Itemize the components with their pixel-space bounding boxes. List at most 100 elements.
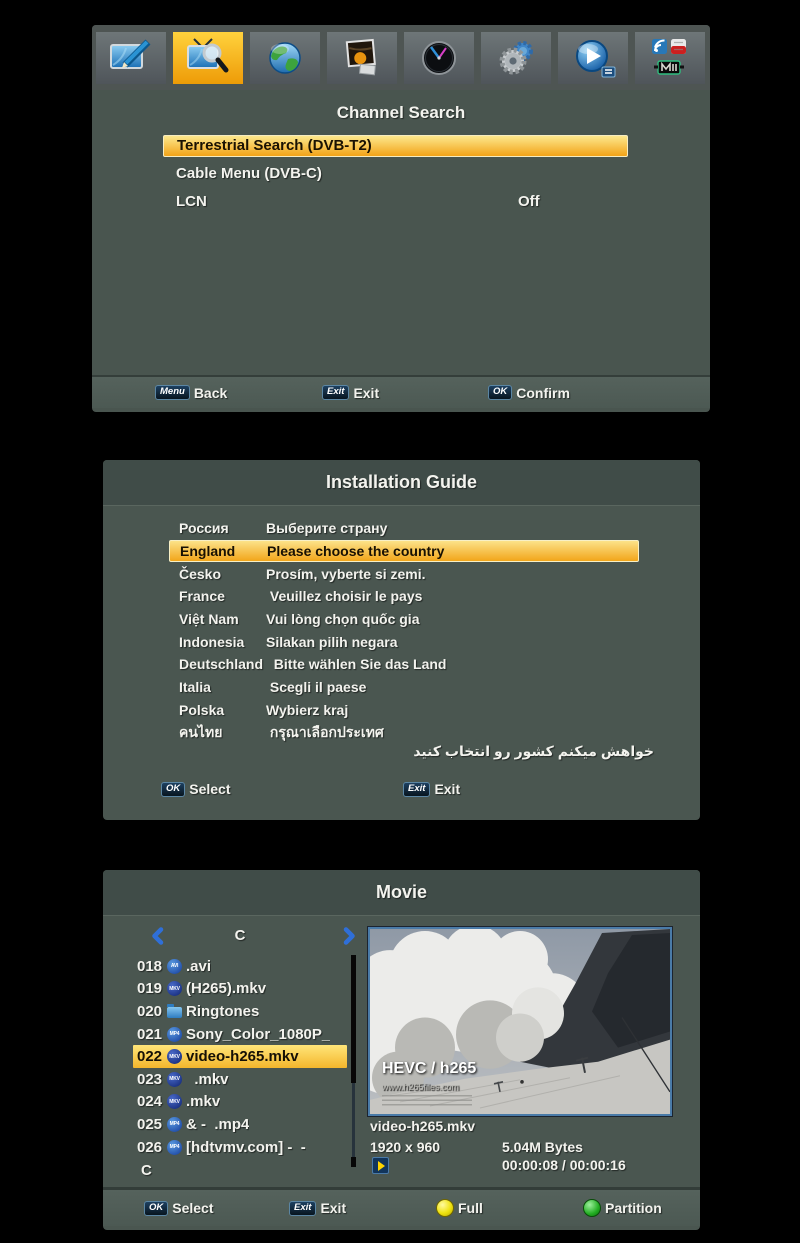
file-info-time: 00:00:08 / 00:00:16 [502,1157,626,1173]
green-key-hint[interactable]: Partition [583,1199,662,1217]
exit-label: Exit [320,1200,347,1216]
channel-search-icon [187,38,229,73]
web-apps-icon [652,39,686,75]
country-message: กรุณาเลือกประเทศ [266,723,384,740]
ok-select-hint[interactable]: OK Select [161,781,231,797]
select-label: Select [172,1200,214,1216]
yellow-key-hint[interactable]: Full [436,1199,483,1217]
country-list: Россия Выберите страну England Please ch… [169,517,639,744]
toolbar-item-settings[interactable] [481,32,551,84]
toolbar-item-media-player[interactable] [558,32,628,84]
drive-navigator: C [133,925,355,951]
file-row[interactable]: 024 MKV .mkv [133,1091,347,1114]
file-row[interactable]: 022 MKV video-h265.mkv [133,1045,347,1068]
file-type-icon [167,1004,182,1019]
main-menu-toolbar [92,25,710,90]
country-row[interactable]: Česko Prosím, vyberte si zemi. [169,562,639,585]
file-name: Sony_Color_1080P_ [186,1025,331,1043]
file-number: 018 [137,957,163,975]
ok-select-hint[interactable]: OK Select [144,1200,214,1216]
toolbar-item-channel-search[interactable] [173,32,243,84]
file-row[interactable]: 021 MP4 Sony_Color_1080P_ [133,1023,347,1046]
country-row[interactable]: Indonesia Silakan pilih negara [169,630,639,653]
country-row[interactable]: Polska Wybierz kraj [169,699,639,722]
file-type-icon: AVI [167,958,182,974]
exit-hint[interactable]: Exit Exit [322,385,379,401]
country-row[interactable]: Россия Выберите страну [169,517,639,540]
toolbar-item-network[interactable] [250,32,320,84]
file-row[interactable]: 020 Ringtones [133,1000,347,1023]
scrollbar-thumb[interactable] [351,955,356,1083]
country-row[interactable]: France Veuillez choisir le pays [169,585,639,608]
file-list: 018 AVI .avi 019 MKV (H265).mkv 020 Ring… [133,955,347,1158]
menu-item[interactable]: LCN Off [163,191,628,219]
file-info-resolution: 1920 x 960 [370,1139,441,1155]
country-row[interactable]: คนไทย กรุณาเลือกประเทศ [169,721,639,744]
file-info-size: 5.04M Bytes [502,1139,583,1155]
file-row[interactable]: 026 MP4 [hdtvmv.com] - - [133,1136,347,1159]
country-name: คนไทย [179,723,223,740]
key-hint-row: OK Select Exit Exit [103,776,700,802]
picture-icon [345,38,376,76]
menu-item[interactable]: Terrestrial Search (DVB-T2) [163,135,628,157]
partition-label: Partition [605,1200,662,1216]
country-message: Silakan pilih negara [266,633,398,650]
menu-item-label: Terrestrial Search (DVB-T2) [177,137,372,154]
menu-item[interactable]: Cable Menu (DVB-C) [163,163,628,191]
next-arrow-icon[interactable] [340,927,357,945]
file-number: 019 [137,980,163,998]
file-name: .avi [186,957,212,975]
country-row[interactable]: Việt Nam Vui lòng chọn quốc gia [169,608,639,631]
current-drive-label: C [141,1162,152,1179]
country-name: Việt Nam [179,611,239,628]
scrollbar-end [351,1157,356,1167]
toolbar-item-picture[interactable] [327,32,397,84]
file-type-icon: MP4 [167,1116,182,1132]
panel-header: Movie [103,870,700,916]
file-number: 023 [137,1070,163,1088]
page-title: Installation Guide [325,472,477,492]
preview-watermark-title: HEVC / h265 [382,1060,477,1077]
play-status-icon [372,1157,389,1174]
country-row[interactable]: England Please choose the country [169,539,639,563]
edit-program-icon [110,39,151,69]
preview-watermark-url: www.h265files.com [382,1082,460,1092]
exit-label: Exit [353,384,380,401]
drive-label: C [234,927,246,944]
file-row[interactable]: 018 AVI .avi [133,955,347,978]
file-name: .mkv [186,1093,221,1111]
menu-back-hint[interactable]: Menu Back [155,385,227,401]
file-type-icon: MP4 [167,1139,182,1155]
toolbar-item-time[interactable] [404,32,474,84]
toolbar-item-edit-program[interactable] [96,32,166,84]
toolbar-item-web-apps[interactable] [635,32,705,84]
file-row[interactable]: 019 MKV (H265).mkv [133,978,347,1001]
exit-key-badge: Exit [322,385,350,400]
file-name: & - .mp4 [186,1115,250,1133]
file-row[interactable]: 025 MP4 & - .mp4 [133,1113,347,1136]
exit-hint[interactable]: Exit Exit [289,1200,346,1216]
file-number: 022 [137,1048,163,1066]
select-label: Select [189,781,231,797]
country-name: Česko [179,565,222,582]
yellow-key-icon [436,1199,454,1217]
country-name: England [180,543,236,560]
file-type-icon: MKV [167,981,182,997]
file-type-icon: MKV [167,1049,182,1065]
country-row[interactable]: Italia Scegli il paese [169,676,639,699]
ok-confirm-hint[interactable]: OK Confirm [488,385,570,401]
time-icon [422,41,456,75]
network-icon [269,42,301,74]
file-type-icon: MKV [167,1094,182,1110]
file-name: video-h265.mkv [186,1048,299,1066]
key-hint-bar: Menu Back Exit Exit OK Confirm [92,375,710,408]
menu-key-badge: Menu [155,385,190,400]
exit-hint[interactable]: Exit Exit [403,781,460,797]
country-name: France [179,588,225,605]
file-number: 021 [137,1025,163,1043]
exit-key-badge: Exit [289,1200,317,1216]
key-hint-bar: OK Select Exit Exit Full Partition [103,1187,700,1226]
country-row[interactable]: Deutschland Bitte wählen Sie das Land [169,653,639,676]
file-name: Ringtones [186,1002,260,1020]
file-row[interactable]: 023 MKV .mkv [133,1068,347,1091]
